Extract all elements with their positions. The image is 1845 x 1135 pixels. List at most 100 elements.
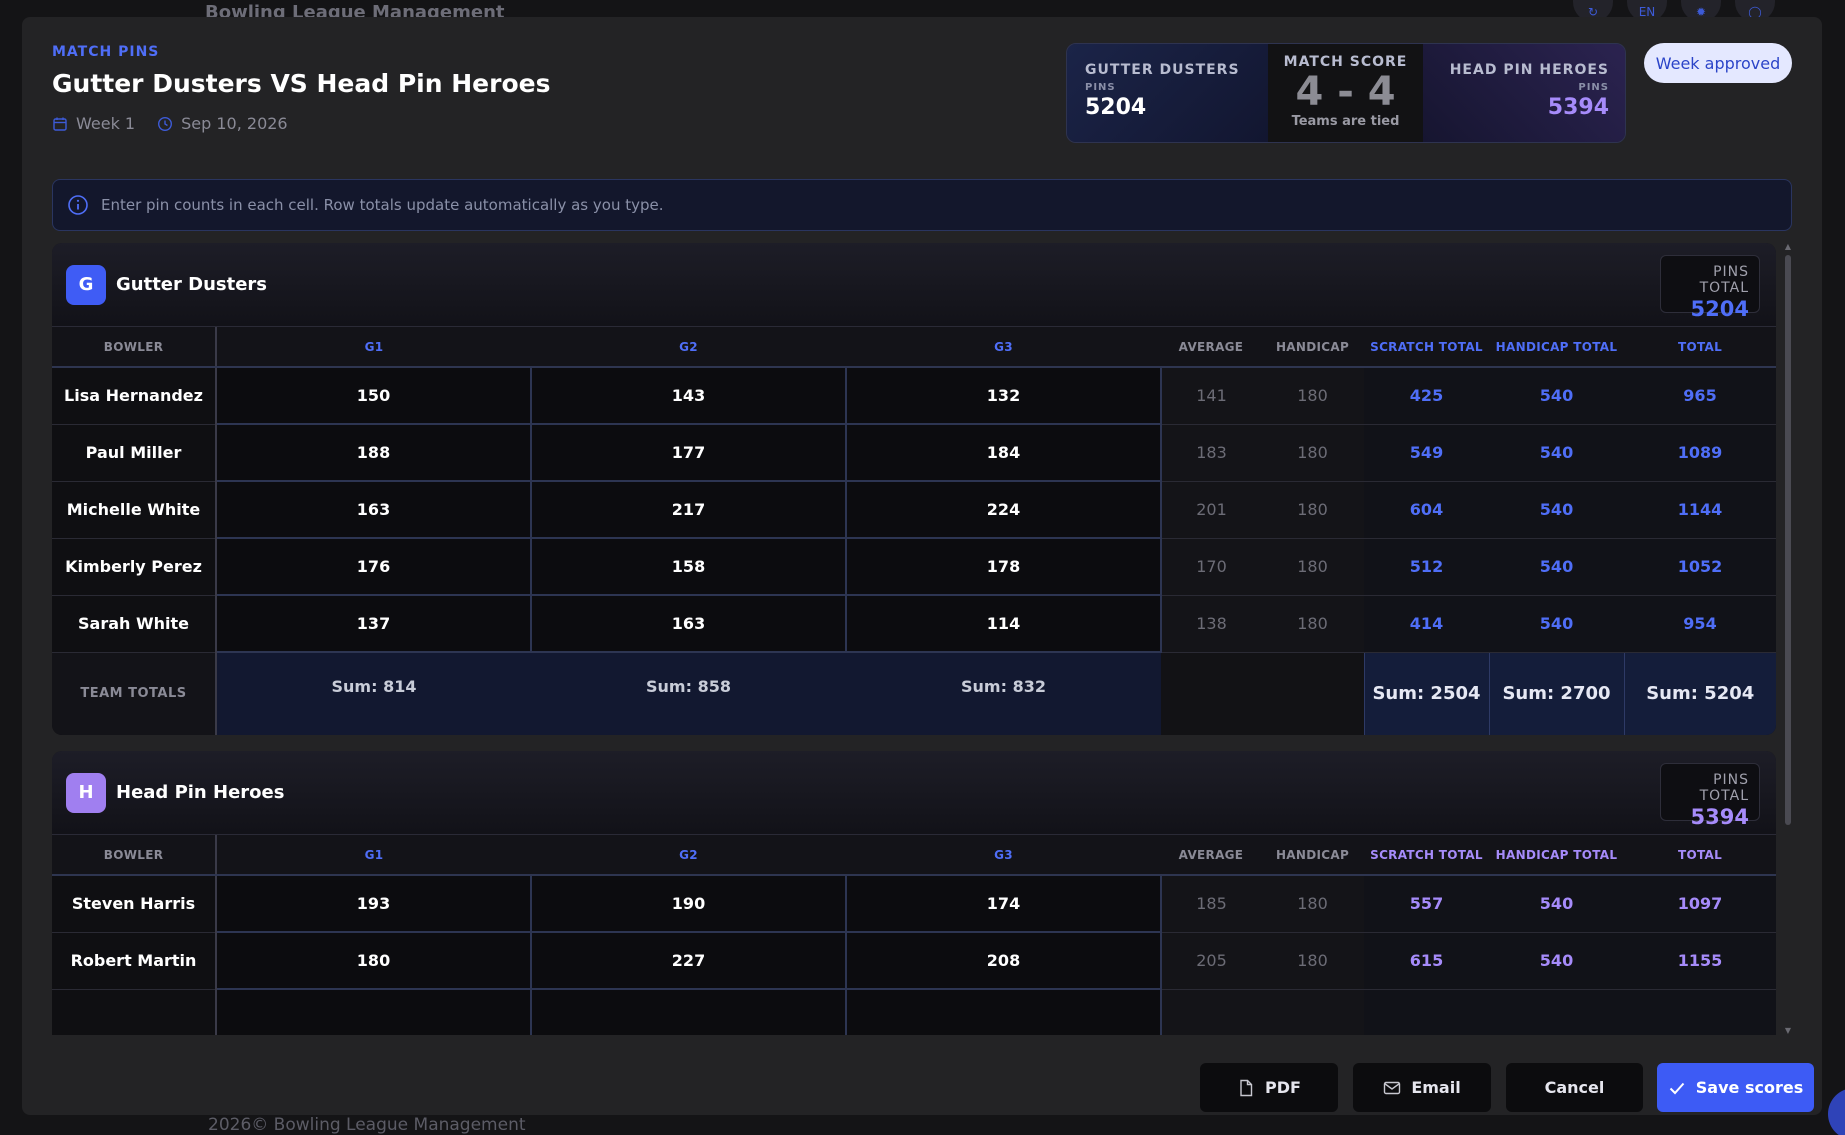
average xyxy=(1161,989,1261,1035)
average: 138 xyxy=(1161,595,1261,653)
row-total: 1052 xyxy=(1624,538,1776,596)
g1-input[interactable]: 193 xyxy=(215,874,532,933)
scores-table: BOWLER G1 G2 G3 AVERAGE HANDICAP SCRATCH… xyxy=(52,327,1776,735)
check-icon xyxy=(1669,1082,1685,1094)
pins-total-box: PINS TOTAL 5394 xyxy=(1660,763,1760,829)
scratch-total: 604 xyxy=(1364,481,1489,539)
week-label: Week 1 xyxy=(76,114,136,133)
match-score: 4 - 4 xyxy=(1295,69,1396,115)
g2-input[interactable]: 163 xyxy=(530,594,847,653)
scratch-total xyxy=(1364,989,1489,1035)
bowler-name: Paul Miller xyxy=(52,424,217,482)
g3-input[interactable]: 184 xyxy=(845,423,1162,482)
g3-input[interactable]: 132 xyxy=(845,366,1162,425)
average: 170 xyxy=(1161,538,1261,596)
col-handicap: HANDICAP xyxy=(1261,327,1364,368)
col-handicap-total: HANDICAP TOTAL xyxy=(1489,327,1624,368)
handicap: 180 xyxy=(1261,932,1364,990)
g2-input[interactable]: 158 xyxy=(530,537,847,596)
table-header-row: BOWLER G1 G2 G3 AVERAGE HANDICAP SCRATCH… xyxy=(52,835,1776,876)
g1-input[interactable]: 163 xyxy=(215,480,532,539)
table-row xyxy=(52,988,1776,1035)
team-avatar: G xyxy=(66,264,106,305)
team-name: Head Pin Heroes xyxy=(116,782,285,803)
average: 141 xyxy=(1161,367,1261,425)
g2-input[interactable]: 190 xyxy=(530,874,847,933)
g1-input[interactable]: 137 xyxy=(215,594,532,653)
pins-total-value: 5394 xyxy=(1690,805,1749,829)
email-button[interactable]: Email xyxy=(1353,1063,1491,1112)
g2-input[interactable]: 217 xyxy=(530,480,847,539)
handicap: 180 xyxy=(1261,538,1364,596)
g3-input[interactable]: 174 xyxy=(845,874,1162,933)
scratch-total: 557 xyxy=(1364,875,1489,933)
handicap-total: 540 xyxy=(1489,538,1624,596)
save-scores-button[interactable]: Save scores xyxy=(1657,1063,1814,1112)
g1-input[interactable] xyxy=(215,988,532,1035)
bowler-name: Steven Harris xyxy=(52,875,217,933)
average: 185 xyxy=(1161,875,1261,933)
average: 183 xyxy=(1161,424,1261,482)
pins-total-value: 5204 xyxy=(1690,297,1749,321)
scroll-down-icon[interactable]: ▼ xyxy=(1784,1027,1792,1035)
g1-input[interactable]: 176 xyxy=(215,537,532,596)
handicap-total: 540 xyxy=(1489,481,1624,539)
row-total: 1144 xyxy=(1624,481,1776,539)
scrollbar[interactable]: ▲ ▼ xyxy=(1784,243,1792,1035)
g1-input[interactable]: 188 xyxy=(215,423,532,482)
save-label: Save scores xyxy=(1695,1078,1804,1097)
table-header-row: BOWLER G1 G2 G3 AVERAGE HANDICAP SCRATCH… xyxy=(52,327,1776,368)
match-date: Sep 10, 2026 xyxy=(181,114,288,133)
scrollbar-thumb[interactable] xyxy=(1785,255,1791,825)
g3-input[interactable]: 224 xyxy=(845,480,1162,539)
g2-input[interactable]: 177 xyxy=(530,423,847,482)
team-name: Gutter Dusters xyxy=(116,274,268,295)
average: 201 xyxy=(1161,481,1261,539)
g3-input[interactable] xyxy=(845,988,1162,1035)
scores-table: BOWLER G1 G2 G3 AVERAGE HANDICAP SCRATCH… xyxy=(52,835,1776,1035)
teams-scroll-area[interactable]: G Gutter Dusters PINS TOTAL 5204 BOWLER … xyxy=(52,243,1776,1035)
g2-input[interactable] xyxy=(530,988,847,1035)
col-bowler: BOWLER xyxy=(52,835,217,876)
g3-input[interactable]: 178 xyxy=(845,537,1162,596)
info-banner: Enter pin counts in each cell. Row total… xyxy=(52,179,1792,231)
pdf-label: PDF xyxy=(1265,1078,1301,1097)
home-pins-label: PINS xyxy=(1085,82,1116,93)
table-row: Sarah White 137 163 114 138 180 414 540 … xyxy=(52,594,1776,653)
handicap: 180 xyxy=(1261,424,1364,482)
handicap: 180 xyxy=(1261,595,1364,653)
week-approved-badge[interactable]: Week approved xyxy=(1644,43,1792,83)
floating-action-button[interactable] xyxy=(1828,1088,1845,1135)
totals-spacer xyxy=(1161,652,1364,735)
email-label: Email xyxy=(1411,1078,1461,1097)
pdf-button[interactable]: PDF xyxy=(1200,1063,1338,1112)
scroll-up-icon[interactable]: ▲ xyxy=(1784,243,1792,251)
col-g3: G3 xyxy=(846,327,1161,368)
col-g2: G2 xyxy=(531,327,846,368)
average: 205 xyxy=(1161,932,1261,990)
away-team-name: HEAD PIN HEROES xyxy=(1449,62,1609,78)
handicap-total: 540 xyxy=(1489,932,1624,990)
modal-title: Gutter Dusters VS Head Pin Heroes xyxy=(52,69,551,98)
col-g3: G3 xyxy=(846,835,1161,876)
table-row: Robert Martin 180 227 208 205 180 615 54… xyxy=(52,931,1776,990)
row-total: 954 xyxy=(1624,595,1776,653)
g1-input[interactable]: 150 xyxy=(215,366,532,425)
g2-input[interactable]: 143 xyxy=(530,366,847,425)
col-g1: G1 xyxy=(216,835,531,876)
g3-input[interactable]: 114 xyxy=(845,594,1162,653)
g1-sum: Sum: 814 xyxy=(216,652,531,735)
pins-total-box: PINS TOTAL 5204 xyxy=(1660,255,1760,321)
col-handicap-total: HANDICAP TOTAL xyxy=(1489,835,1624,876)
cancel-label: Cancel xyxy=(1544,1078,1605,1097)
scratch-total: 425 xyxy=(1364,367,1489,425)
cancel-button[interactable]: Cancel xyxy=(1506,1063,1643,1112)
scratch-total: 615 xyxy=(1364,932,1489,990)
scoreboard-center: MATCH SCORE 4 - 4 Teams are tied xyxy=(1268,44,1423,142)
g3-input[interactable]: 208 xyxy=(845,931,1162,990)
handicap-total: 540 xyxy=(1489,875,1624,933)
g1-input[interactable]: 180 xyxy=(215,931,532,990)
g2-input[interactable]: 227 xyxy=(530,931,847,990)
bowler-name: Lisa Hernandez xyxy=(52,367,217,425)
mail-icon xyxy=(1384,1081,1401,1094)
